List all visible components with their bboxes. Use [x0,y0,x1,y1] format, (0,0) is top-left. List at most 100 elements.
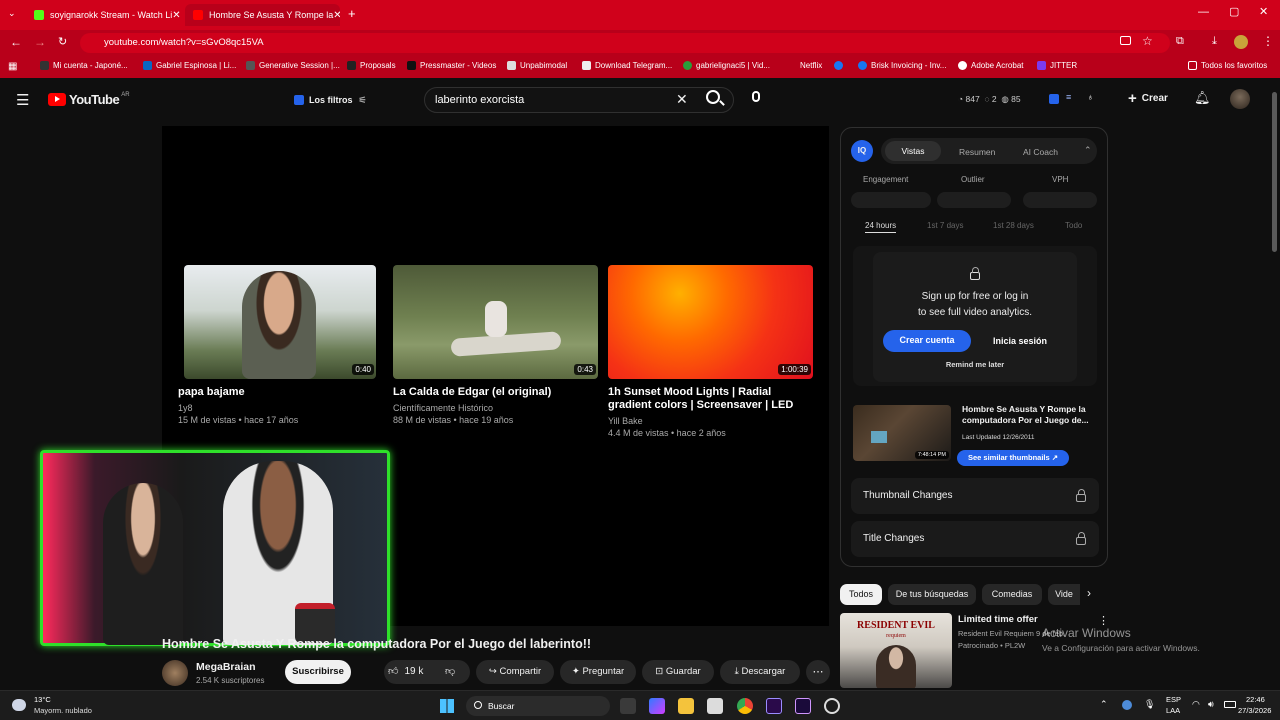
tab-ai-coach[interactable]: AI Coach [1023,147,1058,157]
bars-icon[interactable]: ≡ [1066,92,1071,102]
more-actions-button[interactable]: ⋯ [806,660,830,684]
bookmark-3[interactable]: Generative Session |... [246,61,340,70]
copilot-icon[interactable] [649,698,665,714]
bookmark-10[interactable]: Brisk Invoicing - Inv... [858,61,946,70]
bookmark-facebook[interactable] [834,61,847,70]
bookmark-5[interactable]: Pressmaster - Videos [407,61,496,70]
clear-search-icon[interactable]: ✕ [676,91,688,108]
title-changes-row[interactable]: Title Changes [851,521,1099,557]
task-view-icon[interactable] [620,698,636,714]
bookmark-6[interactable]: Unpabimodal [507,61,567,70]
download-button[interactable]: ⤓ Descargar [720,660,800,684]
collapse-icon[interactable]: ⌃ [1084,145,1092,156]
chip-comedias[interactable]: Comedias [982,584,1042,605]
create-button[interactable]: + Crear [1128,90,1168,107]
chip-videos[interactable]: Vide [1048,584,1080,605]
dislike-button[interactable]: 👎︎ [445,665,455,677]
bulb-icon[interactable]: ♁ [1087,92,1094,102]
bookmark-12[interactable]: JITTER [1037,61,1077,70]
thumbnail-changes-row[interactable]: Thumbnail Changes [851,478,1099,514]
filters-button[interactable]: Los filtros ⚟ [288,90,373,110]
tab-vistas[interactable]: Vistas [885,141,941,161]
cast-icon[interactable] [1120,36,1131,45]
search-icon[interactable] [706,90,725,106]
bookmark-11[interactable]: Adobe Acrobat [958,61,1023,70]
minimize-button[interactable]: — [1198,6,1209,18]
ad-title[interactable]: Limited time offer [958,614,1038,625]
battery-icon[interactable] [1224,701,1236,708]
end-card-1[interactable]: 0:40 papa bajame 1y8 15 M de vistas • ha… [178,265,378,435]
end-card-2[interactable]: 0:43 La Calda de Edgar (el original) Cie… [393,265,603,435]
maximize-button[interactable]: ▢ [1229,5,1239,18]
store-icon[interactable] [707,698,723,714]
page-scrollbar[interactable] [1272,92,1277,252]
ad-thumbnail[interactable]: RESIDENT EVIL requiem [840,613,952,688]
bookmark-9[interactable]: Netflix [800,61,822,70]
start-icon[interactable] [440,699,454,713]
profile-avatar[interactable] [1234,35,1248,49]
app-icon[interactable] [824,698,840,714]
star-icon[interactable]: ☆ [1142,34,1153,48]
close-icon[interactable]: ✕ [172,10,180,21]
clock-time[interactable]: 22:46 [1246,695,1265,704]
remind-later-link[interactable]: Remind me later [873,360,1077,369]
like-button[interactable]: 👍︎ 19 k [388,665,423,678]
login-button[interactable]: Inicia sesión [993,336,1047,346]
network-tray-icon[interactable] [1122,700,1132,710]
reload-icon[interactable]: ↻ [58,35,67,48]
mic-tray-icon[interactable]: 🎙︎ [1144,699,1155,710]
url-input[interactable]: youtube.com/watch?v=sGvO8qc15VA [80,33,1170,53]
bookmark-7[interactable]: Download Telegram... [582,61,672,70]
close-icon[interactable]: ✕ [333,10,340,21]
lang-code[interactable]: ESP [1166,695,1181,704]
bookmark-8[interactable]: gabrielignaci5 | Vid... [683,61,770,70]
youtube-logo[interactable]: YouTube AR [48,92,130,107]
user-avatar[interactable] [1230,89,1250,109]
wifi-icon[interactable]: ◠ [1192,699,1200,710]
voice-search-icon[interactable] [752,91,760,102]
file-explorer-icon[interactable] [678,698,694,714]
iq-icon[interactable] [1049,94,1059,104]
channel-avatar[interactable] [162,660,188,686]
close-window-button[interactable]: ✕ [1259,5,1268,18]
volume-icon[interactable]: 🔊︎ [1208,699,1214,710]
bookmark-2[interactable]: Gabriel Espinosa | Li... [143,61,236,70]
forward-icon[interactable]: → [34,35,46,49]
range-todo[interactable]: Todo [1065,221,1082,230]
create-account-button[interactable]: Crear cuenta [883,330,971,352]
chip-todos[interactable]: Todos [840,584,882,605]
tab-youtube-video[interactable]: Hombre Se Asusta Y Rompe la ✕ [185,4,340,26]
back-icon[interactable]: ← [10,35,22,49]
menu-icon[interactable]: ⋮ [1262,34,1274,48]
all-bookmarks[interactable]: Todos los favoritos [1188,61,1267,70]
clock-date[interactable]: 27/3/2026 [1238,706,1271,715]
download-icon[interactable]: ⤓ [1212,35,1217,48]
range-7-days[interactable]: 1st 7 days [927,221,963,230]
bookmark-4[interactable]: Proposals [347,61,396,70]
range-24-hours[interactable]: 24 hours [865,221,897,233]
hamburger-menu-icon[interactable]: ☰ [16,91,29,109]
tab-resumen[interactable]: Resumen [959,147,995,157]
new-tab-button[interactable]: + [348,6,356,21]
share-button[interactable]: ↪ Compartir [476,660,554,684]
after-effects-icon[interactable] [795,698,811,714]
ask-button[interactable]: ✦ Preguntar [560,660,636,684]
channel-name[interactable]: MegaBraian [196,661,256,673]
range-28-days[interactable]: 1st 28 days [993,221,1034,230]
chip-de-tus-busquedas[interactable]: De tus búsquedas [888,584,976,605]
end-card-3[interactable]: 1:00:39 1h Sunset Mood Lights | Radial g… [608,265,818,445]
tray-chevron-icon[interactable]: ⌃ [1100,699,1108,710]
tab-search-icon[interactable]: ⌄ [8,8,20,20]
apps-icon[interactable]: ▦ [8,61,17,72]
bookmark-1[interactable]: Mi cuenta - Japoné... [40,61,128,70]
save-button[interactable]: ⊡ Guardar [642,660,714,684]
extensions-icon[interactable]: ⧉ [1176,35,1184,48]
bell-icon[interactable]: 🔔︎ [1194,90,1211,106]
similar-thumbnails-button[interactable]: See similar thumbnails ↗ [957,450,1069,466]
chips-next-icon[interactable]: › [1087,586,1091,600]
chrome-icon[interactable] [737,698,753,714]
lang-layout[interactable]: LAA [1166,706,1180,715]
premiere-icon[interactable] [766,698,782,714]
tab-soyignarokk[interactable]: soyignarokk Stream - Watch Li ✕ [26,4,180,26]
taskbar-search[interactable]: Buscar [466,696,610,716]
